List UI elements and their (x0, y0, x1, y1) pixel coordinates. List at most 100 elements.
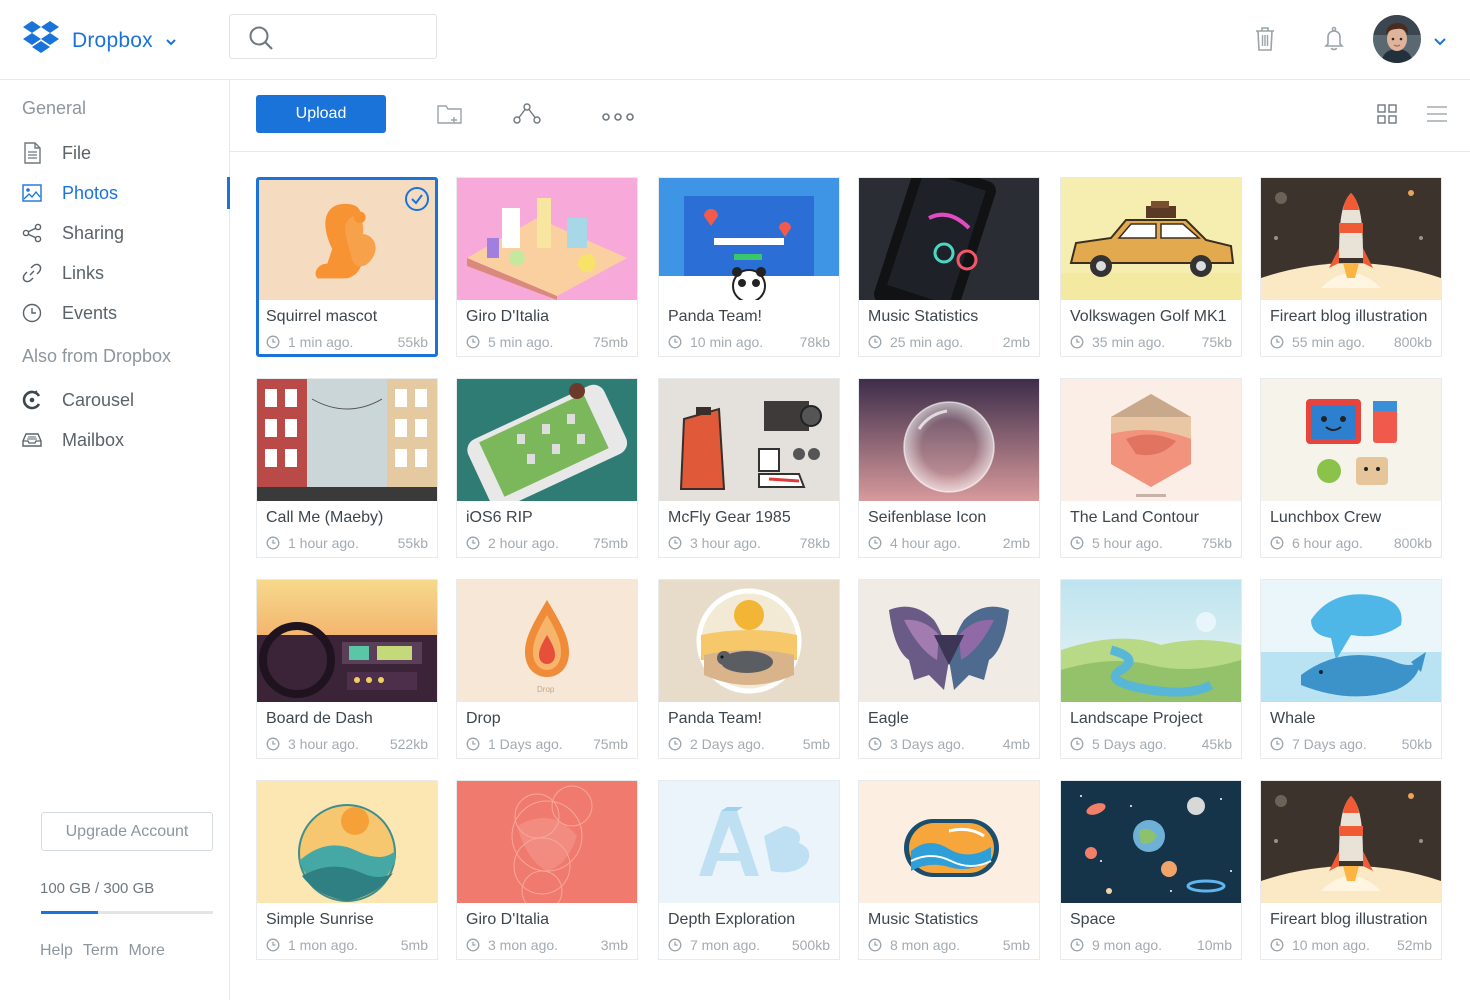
sidebar-item-mailbox[interactable]: Mailbox (22, 426, 230, 454)
brand-name: Dropbox (72, 28, 153, 52)
sidebar-item-photos[interactable]: Photos (22, 179, 230, 207)
file-size: 75mb (592, 535, 628, 551)
file-meta: 2 hour ago. 75mb (466, 535, 628, 551)
more-link[interactable]: More (128, 942, 164, 960)
file-title: Giro D'Italia (466, 911, 550, 928)
bell-icon[interactable] (1324, 26, 1344, 57)
file-time: 3 hour ago. (690, 535, 761, 551)
file-card[interactable]: Fireart blog illustration 55 min ago. 800k… (1260, 177, 1442, 357)
term-link[interactable]: Term (83, 942, 119, 960)
file-thumbnail (1061, 178, 1241, 300)
file-card[interactable]: Drop Drop 1 Days ago. 75mb (456, 579, 638, 759)
file-card[interactable]: iOS6 RIP 2 hour ago. 75mb (456, 378, 638, 558)
file-title: The Land Contour (1070, 509, 1199, 526)
file-card[interactable]: Call Me (Maeby) 1 hour ago. 55kb (256, 378, 438, 558)
file-card[interactable]: Panda Team! 10 min ago. 78kb (658, 177, 840, 357)
file-thumbnail (859, 379, 1039, 501)
file-card[interactable]: Squirrel mascot 1 min ago. 55kb (256, 177, 438, 357)
chevron-down-icon (165, 33, 177, 51)
file-meta: 5 hour ago. 75kb (1070, 535, 1232, 551)
grid-view-icon[interactable] (1377, 104, 1397, 129)
file-time: 5 Days ago. (1092, 736, 1167, 752)
file-meta: 6 hour ago. 800kb (1270, 535, 1432, 551)
sidebar: General File Photos Sharing Links Events… (0, 80, 230, 1000)
upgrade-account-button[interactable]: Upgrade Account (41, 812, 213, 851)
upload-button[interactable]: Upload (256, 95, 386, 133)
file-time: 7 Days ago. (1292, 736, 1367, 752)
list-view-icon[interactable] (1426, 105, 1448, 128)
file-size: 45kb (1201, 736, 1232, 752)
file-size: 10mb (1196, 937, 1232, 953)
sidebar-item-sharing[interactable]: Sharing (22, 219, 230, 247)
file-size: 5mb (1002, 937, 1030, 953)
file-icon (22, 142, 42, 164)
file-card[interactable]: Lunchbox Crew 6 hour ago. 800kb (1260, 378, 1442, 558)
file-size: 3mb (600, 937, 628, 953)
brand-menu[interactable]: Dropbox (22, 21, 177, 60)
file-card[interactable]: Eagle 3 Days ago. 4mb (858, 579, 1040, 759)
file-size: 78kb (799, 334, 830, 350)
file-card[interactable]: Music Statistics 8 mon ago. 5mb (858, 780, 1040, 960)
file-meta: 1 Days ago. 75mb (466, 736, 628, 752)
help-link[interactable]: Help (40, 942, 73, 960)
file-size: 55kb (397, 535, 428, 551)
file-card[interactable]: The Land Contour 5 hour ago. 75kb (1060, 378, 1242, 558)
dropbox-logo-icon (22, 21, 60, 60)
file-time: 55 min ago. (1292, 334, 1366, 350)
file-title: iOS6 RIP (466, 509, 533, 526)
file-thumbnail (859, 781, 1039, 903)
file-time: 1 hour ago. (288, 535, 359, 551)
toolbar: Upload (230, 80, 1470, 152)
file-card[interactable]: McFly Gear 1985 3 hour ago. 78kb (658, 378, 840, 558)
clock-icon (1070, 335, 1084, 349)
file-card[interactable]: Giro D'Italia 3 mon ago. 3mb (456, 780, 638, 960)
sidebar-item-file[interactable]: File (22, 139, 230, 167)
file-title: Depth Exploration (668, 911, 796, 928)
file-card[interactable]: Board de Dash 3 hour ago. 522kb (256, 579, 438, 759)
share-nodes-icon[interactable] (513, 103, 541, 130)
file-title: Music Statistics (868, 308, 979, 325)
file-meta: 4 hour ago. 2mb (868, 535, 1030, 551)
file-card[interactable]: Music Statistics 25 min ago. 2mb (858, 177, 1040, 357)
sidebar-item-events[interactable]: Events (22, 299, 230, 327)
file-card[interactable]: Space 9 mon ago. 10mb (1060, 780, 1242, 960)
search-input[interactable] (286, 23, 426, 51)
clock-icon (1070, 938, 1084, 952)
file-card[interactable]: Landscape Project 5 Days ago. 45kb (1060, 579, 1242, 759)
file-title: Space (1070, 911, 1116, 928)
file-meta: 3 mon ago. 3mb (466, 937, 628, 953)
check-circle-icon[interactable] (404, 186, 430, 217)
file-card[interactable]: Volkswagen Golf MK1 35 min ago. 75kb (1060, 177, 1242, 357)
file-size: 500kb (791, 937, 830, 953)
file-card[interactable]: Giro D'Italia 5 min ago. 75mb (456, 177, 638, 357)
file-size: 75kb (1201, 334, 1232, 350)
new-folder-icon[interactable] (437, 103, 463, 130)
file-size: 52mb (1396, 937, 1432, 953)
more-icon[interactable] (602, 109, 634, 127)
sidebar-item-label: Links (62, 262, 105, 283)
file-size: 5mb (400, 937, 428, 953)
file-card[interactable]: Fireart blog illustration 10 mon ago. 52mb (1260, 780, 1442, 960)
file-card[interactable]: Seifenblase Icon 4 hour ago. 2mb (858, 378, 1040, 558)
clock-icon (466, 335, 480, 349)
clock-icon (668, 335, 682, 349)
trash-icon[interactable] (1254, 26, 1276, 57)
clock-icon (22, 303, 42, 323)
file-thumbnail (659, 178, 839, 300)
file-time: 2 Days ago. (690, 736, 765, 752)
file-title: Whale (1270, 710, 1316, 727)
file-title: Giro D'Italia (466, 308, 550, 325)
sidebar-item-carousel[interactable]: Carousel (22, 386, 230, 414)
clock-icon (868, 938, 882, 952)
sidebar-item-label: Events (62, 302, 118, 323)
chevron-down-icon[interactable] (1433, 33, 1447, 51)
file-thumbnail (257, 580, 437, 702)
sidebar-item-links[interactable]: Links (22, 259, 230, 287)
file-thumbnail (457, 178, 637, 300)
file-card[interactable]: Panda Team! 2 Days ago. 5mb (658, 579, 840, 759)
avatar[interactable] (1373, 15, 1421, 63)
file-meta: 3 hour ago. 78kb (668, 535, 830, 551)
file-card[interactable]: Depth Exploration 7 mon ago. 500kb (658, 780, 840, 960)
file-card[interactable]: Simple Sunrise 1 mon ago. 5mb (256, 780, 438, 960)
file-card[interactable]: Whale 7 Days ago. 50kb (1260, 579, 1442, 759)
